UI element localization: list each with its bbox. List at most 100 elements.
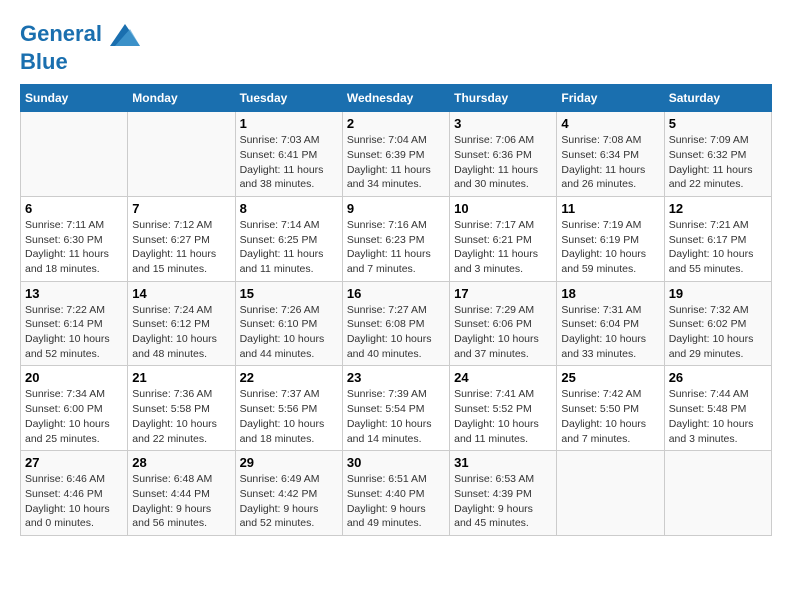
calendar-week-4: 20 Sunrise: 7:34 AMSunset: 6:00 PMDayligh…: [21, 366, 772, 451]
day-info: Sunrise: 7:24 AMSunset: 6:12 PMDaylight:…: [132, 303, 230, 362]
day-number: 29: [240, 455, 338, 470]
calendar-week-2: 6 Sunrise: 7:11 AMSunset: 6:30 PMDaylight…: [21, 196, 772, 281]
day-number: 12: [669, 201, 767, 216]
calendar-cell: 17Sunrise: 7:29 AMSunset: 6:06 PMDayligh…: [450, 281, 557, 366]
day-info: Sunrise: 7:14 AMSunset: 6:25 PMDaylight:…: [240, 218, 338, 277]
day-number: 23: [347, 370, 445, 385]
day-number: 21: [132, 370, 230, 385]
day-info: Sunrise: 7:39 AMSunset: 5:54 PMDaylight:…: [347, 387, 445, 446]
calendar-cell: 25 Sunrise: 7:42 AMSunset: 5:50 PMDayligh…: [557, 366, 664, 451]
calendar-body: 1 Sunrise: 7:03 AMSunset: 6:41 PMDaylight…: [21, 112, 772, 536]
day-number: 18: [561, 286, 659, 301]
day-number: 26: [669, 370, 767, 385]
logo: General Blue: [20, 20, 140, 74]
day-number: 30: [347, 455, 445, 470]
calendar-table: SundayMondayTuesdayWednesdayThursdayFrid…: [20, 84, 772, 536]
calendar-cell: 22 Sunrise: 7:37 AMSunset: 5:56 PMDayligh…: [235, 366, 342, 451]
day-info: Sunrise: 7:27 AMSunset: 6:08 PMDaylight:…: [347, 303, 445, 362]
calendar-cell: 28Sunrise: 6:48 AMSunset: 4:44 PMDayligh…: [128, 451, 235, 536]
day-number: 13: [25, 286, 123, 301]
weekday-friday: Friday: [557, 85, 664, 112]
day-info: Sunrise: 7:31 AMSunset: 6:04 PMDaylight:…: [561, 303, 659, 362]
calendar-cell: 5 Sunrise: 7:09 AMSunset: 6:32 PMDaylight…: [664, 112, 771, 197]
calendar-cell: 12Sunrise: 7:21 AMSunset: 6:17 PMDayligh…: [664, 196, 771, 281]
day-info: Sunrise: 7:32 AMSunset: 6:02 PMDaylight:…: [669, 303, 767, 362]
weekday-saturday: Saturday: [664, 85, 771, 112]
calendar-cell: 16 Sunrise: 7:27 AMSunset: 6:08 PMDayligh…: [342, 281, 449, 366]
calendar-cell: 11 Sunrise: 7:19 AMSunset: 6:19 PMDayligh…: [557, 196, 664, 281]
day-number: 6: [25, 201, 123, 216]
day-info: Sunrise: 7:29 AMSunset: 6:06 PMDaylight:…: [454, 303, 552, 362]
calendar-cell: 30 Sunrise: 6:51 AMSunset: 4:40 PMDayligh…: [342, 451, 449, 536]
calendar-cell: [664, 451, 771, 536]
day-number: 5: [669, 116, 767, 131]
day-info: Sunrise: 7:37 AMSunset: 5:56 PMDaylight:…: [240, 387, 338, 446]
day-number: 4: [561, 116, 659, 131]
calendar-cell: 23 Sunrise: 7:39 AMSunset: 5:54 PMDayligh…: [342, 366, 449, 451]
calendar-cell: 20 Sunrise: 7:34 AMSunset: 6:00 PMDayligh…: [21, 366, 128, 451]
calendar-cell: [21, 112, 128, 197]
day-info: Sunrise: 6:46 AMSunset: 4:46 PMDaylight:…: [25, 472, 123, 531]
weekday-wednesday: Wednesday: [342, 85, 449, 112]
day-info: Sunrise: 7:36 AMSunset: 5:58 PMDaylight:…: [132, 387, 230, 446]
day-info: Sunrise: 7:11 AMSunset: 6:30 PMDaylight:…: [25, 218, 123, 277]
day-number: 11: [561, 201, 659, 216]
day-info: Sunrise: 6:53 AMSunset: 4:39 PMDaylight:…: [454, 472, 552, 531]
calendar-cell: 9 Sunrise: 7:16 AMSunset: 6:23 PMDaylight…: [342, 196, 449, 281]
day-number: 28: [132, 455, 230, 470]
logo-subtext: Blue: [20, 50, 140, 74]
day-number: 1: [240, 116, 338, 131]
calendar-cell: [557, 451, 664, 536]
day-number: 27: [25, 455, 123, 470]
day-number: 10: [454, 201, 552, 216]
calendar-cell: 8 Sunrise: 7:14 AMSunset: 6:25 PMDaylight…: [235, 196, 342, 281]
calendar-cell: 10Sunrise: 7:17 AMSunset: 6:21 PMDayligh…: [450, 196, 557, 281]
logo-text: General: [20, 20, 140, 50]
day-number: 15: [240, 286, 338, 301]
day-number: 24: [454, 370, 552, 385]
calendar-cell: 7Sunrise: 7:12 AMSunset: 6:27 PMDaylight…: [128, 196, 235, 281]
day-info: Sunrise: 7:06 AMSunset: 6:36 PMDaylight:…: [454, 133, 552, 192]
day-number: 20: [25, 370, 123, 385]
calendar-cell: 29Sunrise: 6:49 AMSunset: 4:42 PMDayligh…: [235, 451, 342, 536]
calendar-week-1: 1 Sunrise: 7:03 AMSunset: 6:41 PMDaylight…: [21, 112, 772, 197]
calendar-cell: 6 Sunrise: 7:11 AMSunset: 6:30 PMDaylight…: [21, 196, 128, 281]
day-info: Sunrise: 7:08 AMSunset: 6:34 PMDaylight:…: [561, 133, 659, 192]
weekday-thursday: Thursday: [450, 85, 557, 112]
calendar-cell: 14Sunrise: 7:24 AMSunset: 6:12 PMDayligh…: [128, 281, 235, 366]
calendar-cell: 24Sunrise: 7:41 AMSunset: 5:52 PMDayligh…: [450, 366, 557, 451]
weekday-header-row: SundayMondayTuesdayWednesdayThursdayFrid…: [21, 85, 772, 112]
day-info: Sunrise: 7:42 AMSunset: 5:50 PMDaylight:…: [561, 387, 659, 446]
day-number: 19: [669, 286, 767, 301]
day-info: Sunrise: 7:19 AMSunset: 6:19 PMDaylight:…: [561, 218, 659, 277]
calendar-cell: 15 Sunrise: 7:26 AMSunset: 6:10 PMDayligh…: [235, 281, 342, 366]
calendar-cell: 19 Sunrise: 7:32 AMSunset: 6:02 PMDayligh…: [664, 281, 771, 366]
day-number: 8: [240, 201, 338, 216]
day-number: 3: [454, 116, 552, 131]
day-number: 9: [347, 201, 445, 216]
day-number: 2: [347, 116, 445, 131]
day-number: 31: [454, 455, 552, 470]
day-number: 16: [347, 286, 445, 301]
day-info: Sunrise: 7:04 AMSunset: 6:39 PMDaylight:…: [347, 133, 445, 192]
weekday-tuesday: Tuesday: [235, 85, 342, 112]
weekday-sunday: Sunday: [21, 85, 128, 112]
day-info: Sunrise: 7:03 AMSunset: 6:41 PMDaylight:…: [240, 133, 338, 192]
day-number: 25: [561, 370, 659, 385]
day-number: 22: [240, 370, 338, 385]
day-info: Sunrise: 7:44 AMSunset: 5:48 PMDaylight:…: [669, 387, 767, 446]
calendar-cell: 27 Sunrise: 6:46 AMSunset: 4:46 PMDayligh…: [21, 451, 128, 536]
calendar-cell: 13 Sunrise: 7:22 AMSunset: 6:14 PMDayligh…: [21, 281, 128, 366]
day-info: Sunrise: 7:22 AMSunset: 6:14 PMDaylight:…: [25, 303, 123, 362]
day-info: Sunrise: 7:09 AMSunset: 6:32 PMDaylight:…: [669, 133, 767, 192]
calendar-cell: 18 Sunrise: 7:31 AMSunset: 6:04 PMDayligh…: [557, 281, 664, 366]
day-info: Sunrise: 7:26 AMSunset: 6:10 PMDaylight:…: [240, 303, 338, 362]
day-info: Sunrise: 7:34 AMSunset: 6:00 PMDaylight:…: [25, 387, 123, 446]
day-info: Sunrise: 6:51 AMSunset: 4:40 PMDaylight:…: [347, 472, 445, 531]
weekday-monday: Monday: [128, 85, 235, 112]
calendar-cell: 21 Sunrise: 7:36 AMSunset: 5:58 PMDayligh…: [128, 366, 235, 451]
calendar-cell: 31 Sunrise: 6:53 AMSunset: 4:39 PMDayligh…: [450, 451, 557, 536]
day-info: Sunrise: 7:16 AMSunset: 6:23 PMDaylight:…: [347, 218, 445, 277]
calendar-cell: 26 Sunrise: 7:44 AMSunset: 5:48 PMDayligh…: [664, 366, 771, 451]
calendar-cell: 1 Sunrise: 7:03 AMSunset: 6:41 PMDaylight…: [235, 112, 342, 197]
